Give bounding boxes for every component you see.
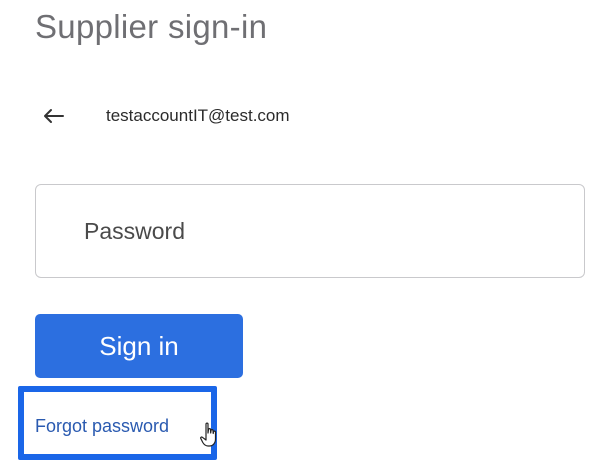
- sign-in-button[interactable]: Sign in: [35, 314, 243, 378]
- password-field[interactable]: [35, 184, 585, 278]
- supplier-signin-page: Supplier sign-in testaccountIT@test.com …: [0, 0, 591, 471]
- page-title: Supplier sign-in: [35, 8, 268, 45]
- account-email: testaccountIT@test.com: [106, 106, 290, 125]
- password-input[interactable]: [84, 185, 564, 277]
- back-button[interactable]: [36, 96, 80, 136]
- forgot-password-highlight: Forgot password: [18, 386, 217, 460]
- forgot-password-link[interactable]: Forgot password: [35, 416, 169, 437]
- arrow-left-icon: [42, 108, 64, 124]
- hand-pointer-icon: [200, 422, 220, 453]
- account-row: testaccountIT@test.com: [36, 96, 290, 136]
